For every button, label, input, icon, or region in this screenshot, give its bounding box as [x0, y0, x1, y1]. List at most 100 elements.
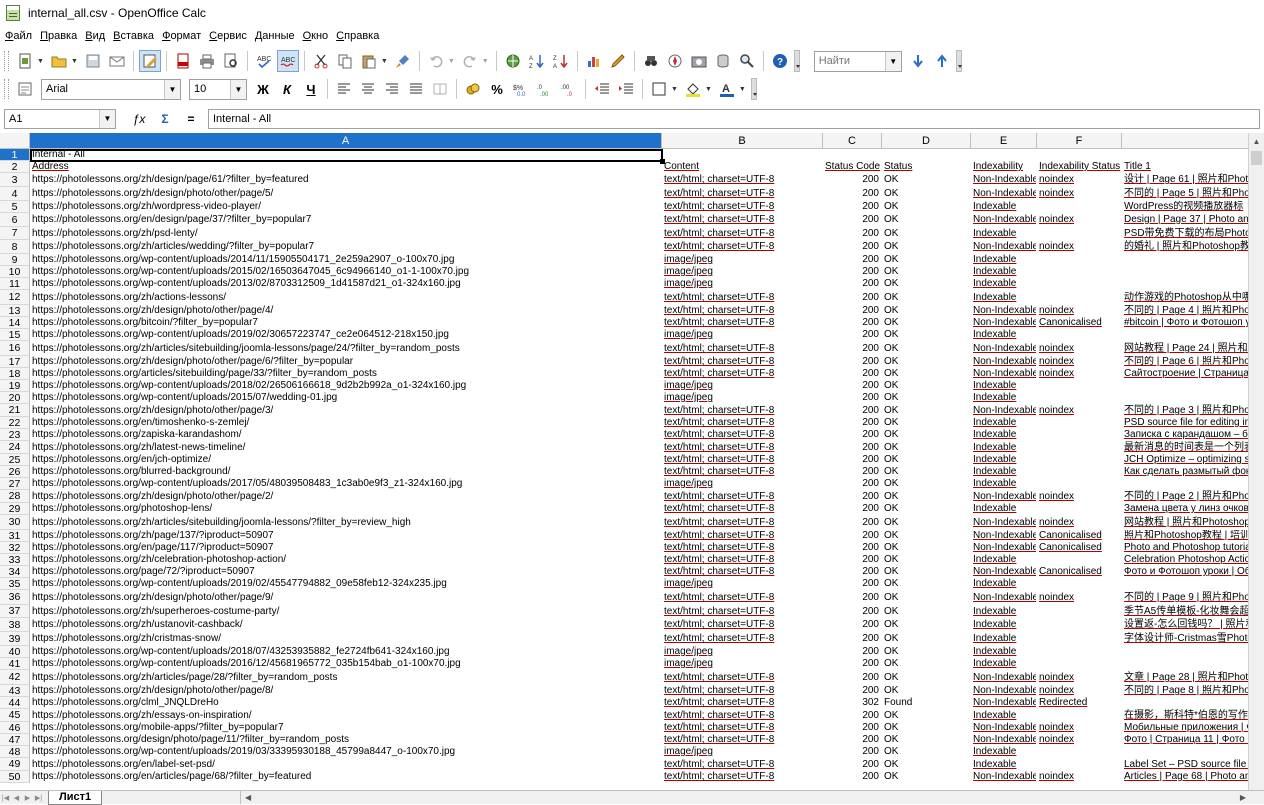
add-decimal-icon[interactable]: .0.00 [534, 78, 556, 100]
col-f-header[interactable]: F [1037, 133, 1122, 149]
cell-a9[interactable]: https://photolessons.org/wp-content/uplo… [30, 254, 662, 266]
cell-a4[interactable]: https://photolessons.org/zh/design/photo… [30, 187, 662, 201]
cell-b25[interactable]: text/html; charset=UTF-8 [662, 454, 823, 466]
find-input[interactable] [814, 55, 885, 67]
cell-c23[interactable]: 200 [823, 429, 882, 441]
function-wizard-icon[interactable]: ƒx [128, 109, 150, 129]
remove-decimal-icon[interactable]: .00.0 [558, 78, 580, 100]
cell-e24[interactable]: Indexable [971, 441, 1037, 454]
undo-icon[interactable] [425, 50, 447, 72]
cell-f39[interactable] [1037, 632, 1122, 646]
cell-e21[interactable]: Non-Indexable [971, 404, 1037, 417]
row-header[interactable]: 48 [0, 746, 30, 758]
cell-b22[interactable]: text/html; charset=UTF-8 [662, 417, 823, 429]
cell-a24[interactable]: https://photolessons.org/zh/latest-news-… [30, 441, 662, 454]
cell-d12[interactable]: OK [882, 290, 971, 305]
cell-f29[interactable] [1037, 503, 1122, 515]
cell-d5[interactable]: OK [882, 201, 971, 213]
row-header[interactable]: 24 [0, 441, 30, 454]
cell-b32[interactable]: text/html; charset=UTF-8 [662, 542, 823, 554]
cell-a50[interactable]: https://photolessons.org/en/articles/pag… [30, 771, 662, 783]
paste-icon[interactable] [358, 50, 380, 72]
cell-e45[interactable]: Indexable [971, 709, 1037, 722]
cell-a5[interactable]: https://photolessons.org/zh/wordpress-vi… [30, 201, 662, 213]
cell-c4[interactable]: 200 [823, 187, 882, 201]
cell-c25[interactable]: 200 [823, 454, 882, 466]
cell-f2[interactable]: Indexability Status [1037, 161, 1122, 173]
cell-b16[interactable]: text/html; charset=UTF-8 [662, 341, 823, 356]
cell-e8[interactable]: Non-Indexable [971, 240, 1037, 254]
cell-a47[interactable]: https://photolessons.org/design/photo/pa… [30, 734, 662, 746]
cell-c33[interactable]: 200 [823, 554, 882, 566]
row-header[interactable]: 7 [0, 227, 30, 240]
col-b-header[interactable]: B [662, 133, 823, 149]
row-header[interactable]: 12 [0, 290, 30, 305]
bold-button[interactable]: Ж [252, 78, 274, 100]
toolbar-overflow-handle[interactable] [955, 50, 962, 72]
cell-g29[interactable]: Замена цвета у линз очков [1122, 503, 1248, 515]
cell-a32[interactable]: https://photolessons.org/en/page/117/?ip… [30, 542, 662, 554]
cell-e40[interactable]: Indexable [971, 646, 1037, 658]
cell-a10[interactable]: https://photolessons.org/wp-content/uplo… [30, 266, 662, 278]
cell-g27[interactable] [1122, 478, 1248, 490]
cell-f47[interactable]: noindex [1037, 734, 1122, 746]
toolbar-overflow-handle[interactable] [793, 50, 800, 72]
cell-g40[interactable] [1122, 646, 1248, 658]
email-icon[interactable] [106, 50, 128, 72]
cell-a31[interactable]: https://photolessons.org/zh/page/137/?ip… [30, 530, 662, 542]
cell-b43[interactable]: text/html; charset=UTF-8 [662, 685, 823, 697]
decrease-indent-icon[interactable] [591, 78, 613, 100]
cell-f3[interactable]: noindex [1037, 173, 1122, 187]
row-header[interactable]: 18 [0, 368, 30, 380]
chevron-down-icon[interactable]: ▼ [884, 51, 901, 71]
cell-e14[interactable]: Non-Indexable [971, 317, 1037, 329]
cell-c10[interactable]: 200 [823, 266, 882, 278]
cell-g4[interactable]: 不同的 | Page 5 | 照片和Phot [1122, 187, 1248, 201]
cell-e22[interactable]: Indexable [971, 417, 1037, 429]
cell-c47[interactable]: 200 [823, 734, 882, 746]
spreadsheet-grid[interactable]: ABCDEF 1 Internal - All 2 Address Content Sta… [0, 133, 1248, 790]
chevron-down-icon[interactable]: ▼ [71, 58, 78, 65]
cell-c32[interactable]: 200 [823, 542, 882, 554]
cell-d46[interactable]: OK [882, 722, 971, 734]
cell-a8[interactable]: https://photolessons.org/zh/articles/wed… [30, 240, 662, 254]
cell-g19[interactable] [1122, 380, 1248, 392]
col-c-header[interactable]: C [823, 133, 882, 149]
cell-e38[interactable]: Indexable [971, 618, 1037, 632]
cell-a3[interactable]: https://photolessons.org/zh/design/page/… [30, 173, 662, 187]
cell-f17[interactable]: noindex [1037, 356, 1122, 368]
copy-icon[interactable] [334, 50, 356, 72]
cell-c43[interactable]: 200 [823, 685, 882, 697]
row-header[interactable]: 42 [0, 670, 30, 685]
cell-a21[interactable]: https://photolessons.org/zh/design/photo… [30, 404, 662, 417]
cell-c20[interactable]: 200 [823, 392, 882, 404]
cell-a17[interactable]: https://photolessons.org/zh/design/photo… [30, 356, 662, 368]
cell-b13[interactable]: text/html; charset=UTF-8 [662, 305, 823, 317]
cell-c24[interactable]: 200 [823, 441, 882, 454]
cell-f24[interactable] [1037, 441, 1122, 454]
cell-b34[interactable]: text/html; charset=UTF-8 [662, 566, 823, 578]
cell-f48[interactable] [1037, 746, 1122, 758]
scroll-thumb[interactable] [1251, 151, 1262, 165]
cell-b33[interactable]: text/html; charset=UTF-8 [662, 554, 823, 566]
cell-c35[interactable]: 200 [823, 578, 882, 590]
row-header[interactable]: 49 [0, 758, 30, 771]
cell-f31[interactable]: Canonicalised [1037, 530, 1122, 542]
cell-g50[interactable]: Articles | Page 68 | Photo anc [1122, 771, 1248, 783]
cell-e44[interactable]: Non-Indexable [971, 697, 1037, 709]
cell-c9[interactable]: 200 [823, 254, 882, 266]
cell-b50[interactable]: text/html; charset=UTF-8 [662, 771, 823, 783]
cell-f41[interactable] [1037, 658, 1122, 670]
cell-f23[interactable] [1037, 429, 1122, 441]
cell-b12[interactable]: text/html; charset=UTF-8 [662, 290, 823, 305]
cell-b48[interactable]: image/jpeg [662, 746, 823, 758]
cell-a14[interactable]: https://photolessons.org/bitcoin/?filter… [30, 317, 662, 329]
cell-b47[interactable]: text/html; charset=UTF-8 [662, 734, 823, 746]
cell-d36[interactable]: OK [882, 590, 971, 605]
cell-d39[interactable]: OK [882, 632, 971, 646]
cell-c6[interactable]: 200 [823, 213, 882, 227]
cell-f36[interactable]: noindex [1037, 590, 1122, 605]
cell-a48[interactable]: https://photolessons.org/wp-content/uplo… [30, 746, 662, 758]
cell-f18[interactable]: noindex [1037, 368, 1122, 380]
cell-d40[interactable]: OK [882, 646, 971, 658]
